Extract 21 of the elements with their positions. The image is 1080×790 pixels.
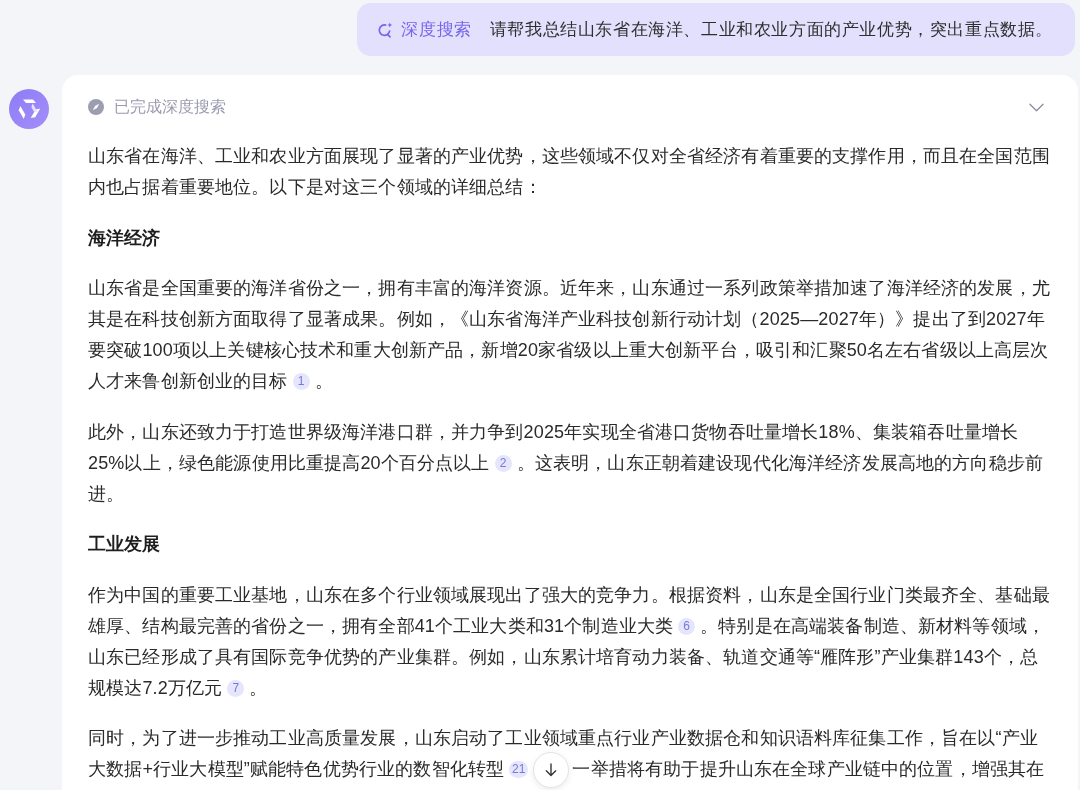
compass-icon bbox=[88, 99, 104, 115]
body-paragraph: 同时，为了进一步推动工业高质量发展，山东启动了工业领域重点行业产业数据仓和知识语料库征集工作，旨在以“产业大数据+行业大模型”赋能特色优势行业的数智化转型 21 一举措将有助于提升山东在全球产业链中的位置，增强其在 bbox=[88, 723, 1052, 786]
citation-link[interactable]: 2 bbox=[494, 454, 512, 472]
body-paragraph: 山东省在海洋、工业和农业方面展现了显著的产业优势，这些领域不仅对全省经济有着重要的支撑作用，而且在全国范围内也占据着重要地位。以下是对这三个领域的详细总结： bbox=[88, 145, 1051, 199]
deep-search-label: 深度搜索 bbox=[401, 19, 472, 41]
body-paragraph: 山东省是全国重要的海洋省份之一，拥有丰富的海洋资源。近年来，山东通过一系列政策举措加速了海洋经济的发展，尤其是在科技创新方面取得了显著成果。例如，《山东省海洋产业科技创新行动计划（2025—2027年）》提出了到2027年要突破100项以上关键核心技术和重大创新产品，新增20家省级以上重大创新平台，吸引和汇聚50名左右省级以上高层次人才来鲁创新创业的目标 1 。 bbox=[88, 277, 1051, 393]
citation-link[interactable]: 21 bbox=[509, 761, 529, 778]
body-paragraph: 此外，山东还致力于打造世界级海洋港口群，并力争到2025年实现全省港口货物吞吐量增长18%、集装箱吞吐量增长25%以上，绿色能源使用比重提高20个百分点以上 2 。这表明，山东正朝着建设现代化海洋经济发展高地的方向稳步前进。 bbox=[88, 420, 1044, 506]
chevron-down-icon[interactable] bbox=[1029, 102, 1044, 112]
citation-link[interactable]: 7 bbox=[227, 679, 245, 697]
scroll-down-button[interactable] bbox=[533, 752, 570, 789]
arrow-down-icon bbox=[545, 763, 558, 778]
user-message-text: 请帮我总结山东省在海洋、工业和农业方面的产业优势，突出重点数据。 bbox=[489, 19, 1053, 41]
citation-link[interactable]: 1 bbox=[292, 373, 310, 390]
bot-logo-icon bbox=[9, 89, 49, 129]
search-sparkle-icon bbox=[377, 21, 394, 38]
citation-link[interactable]: 6 bbox=[678, 617, 696, 635]
section-heading: 海洋经济 bbox=[88, 226, 162, 250]
section-heading: 工业发展 bbox=[88, 533, 162, 556]
search-status-text: 已完成深度搜索 bbox=[114, 96, 226, 117]
body-paragraph: 作为中国的重要工业基地，山东在多个行业领域展现出了强大的竞争力。根据资料，山东是全国行业门类最齐全、基础最雄厚、结构最完善的省份之一，拥有全部41个工业大类和31个制造业大类 6 。特别是在高端装备制造、新材料等领域，山东已经形成了具有国际竞争优势的产业集群。例如，山东累计培育动力装备、轨道交通等“雁阵形”产业集群143个，总规模达7.2万亿元 7 。 bbox=[88, 583, 1051, 700]
